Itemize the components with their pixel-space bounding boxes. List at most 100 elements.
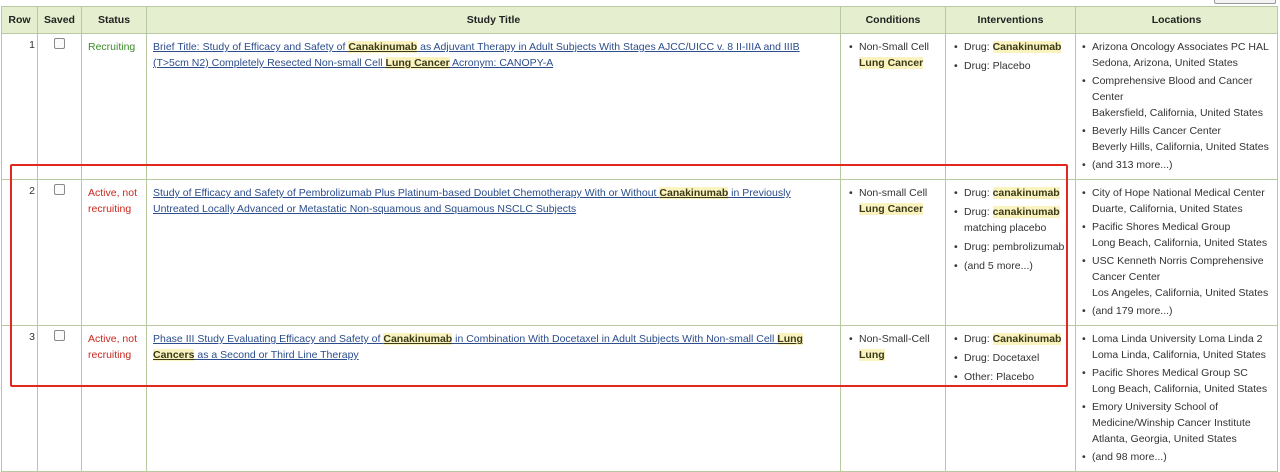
intervention-text: Drug: <box>964 333 993 345</box>
location-item: USC Kenneth Norris Comprehensive Cancer … <box>1080 253 1273 301</box>
intervention-text: Drug: Docetaxel <box>964 352 1040 364</box>
location-place: Los Angeles, California, United States <box>1092 287 1269 299</box>
table-row: 2 Active, not recruiting Study of Effica… <box>1 179 1278 326</box>
location-place: Duarte, California, United States <box>1092 203 1243 215</box>
location-place: Long Beach, California, United States <box>1092 237 1268 249</box>
location-name: Emory University School of Medicine/Wins… <box>1092 401 1251 429</box>
intervention-item: Drug: canakinumab <box>952 185 1071 201</box>
interventions-cell: Drug: canakinumab Drug: canakinumab matc… <box>945 179 1076 326</box>
location-item: Pacific Shores Medical Group Long Beach, … <box>1080 219 1273 251</box>
location-item: Comprehensive Blood and Cancer Center Bak… <box>1080 73 1273 121</box>
location-item: City of Hope National Medical Center Duar… <box>1080 185 1273 217</box>
header-conditions[interactable]: Conditions <box>840 6 946 34</box>
header-study-title[interactable]: Study Title <box>146 6 841 34</box>
location-place: Beverly Hills, California, United States <box>1092 141 1269 153</box>
header-row[interactable]: Row <box>1 6 38 34</box>
study-title-link[interactable]: Phase III Study Evaluating Efficacy and … <box>153 333 803 361</box>
intervention-item: Drug: Canakinumab <box>952 331 1071 347</box>
save-checkbox[interactable] <box>54 38 65 49</box>
more-locations: (and 179 more...) <box>1080 303 1273 319</box>
study-title-cell: Study of Efficacy and Safety of Pembroli… <box>146 179 841 326</box>
locations-cell: Arizona Oncology Associates PC HAL Sedona… <box>1075 33 1278 180</box>
study-title-link[interactable]: Brief Title: Study of Efficacy and Safet… <box>153 41 800 69</box>
location-name: Beverly Hills Cancer Center <box>1092 125 1221 137</box>
table-row: 1 Recruiting Brief Title: Study of Effic… <box>1 33 1278 180</box>
saved-cell <box>37 325 82 472</box>
title-text: Phase III Study Evaluating Efficacy and … <box>153 333 384 345</box>
table-row: 3 Active, not recruiting Phase III Study… <box>1 325 1278 472</box>
locations-cell: Loma Linda University Loma Linda 2 Loma L… <box>1075 325 1278 472</box>
intervention-text: Drug: Placebo <box>964 60 1031 72</box>
more-locations: (and 98 more...) <box>1080 449 1273 465</box>
intervention-text: Drug: pembrolizumab <box>964 241 1065 253</box>
intervention-text: Other: Placebo <box>964 371 1035 383</box>
status-text: Active, not recruiting <box>81 179 147 326</box>
condition-text: Non-Small-Cell <box>859 333 930 345</box>
location-place: Long Beach, California, United States <box>1092 383 1268 395</box>
location-item: Pacific Shores Medical Group SC Long Beac… <box>1080 365 1273 397</box>
title-text: Acronym: CANOPY-A <box>449 57 554 69</box>
title-text: Study of Efficacy and Safety of Pembroli… <box>153 187 660 199</box>
intervention-highlight: Canakinumab <box>992 333 1062 345</box>
intervention-highlight: canakinumab <box>992 187 1060 199</box>
location-item: Emory University School of Medicine/Wins… <box>1080 399 1273 447</box>
location-place: Loma Linda, California, United States <box>1092 349 1266 361</box>
header-status[interactable]: Status <box>81 6 147 34</box>
condition-highlight: Lung Cancer <box>859 57 924 69</box>
header-saved[interactable]: Saved <box>37 6 82 34</box>
row-number: 2 <box>1 179 38 326</box>
condition-text: Non-Small Cell <box>859 41 930 53</box>
location-name: Loma Linda University Loma Linda 2 <box>1092 333 1263 345</box>
intervention-item: Other: Placebo <box>952 369 1071 385</box>
title-highlight: Canakinumab <box>383 333 453 345</box>
conditions-cell: Non-Small-Cell Lung <box>840 325 946 472</box>
saved-cell <box>37 179 82 326</box>
study-title-link[interactable]: Study of Efficacy and Safety of Pembroli… <box>153 187 791 215</box>
location-place: Bakersfield, California, United States <box>1092 107 1263 119</box>
conditions-cell: Non-small Cell Lung Cancer <box>840 179 946 326</box>
location-place: Atlanta, Georgia, United States <box>1092 433 1237 445</box>
title-highlight: Canakinumab <box>659 187 729 199</box>
interventions-cell: Drug: Canakinumab Drug: Docetaxel Other:… <box>945 325 1076 472</box>
intervention-item: (and 5 more...) <box>952 258 1071 274</box>
intervention-item: Drug: canakinumab matching placebo <box>952 204 1071 236</box>
intervention-text: Drug: <box>964 206 993 218</box>
title-text: Brief Title: Study of Efficacy and Safet… <box>153 41 349 53</box>
locations-cell: City of Hope National Medical Center Duar… <box>1075 179 1278 326</box>
condition-item: Non-Small-Cell Lung <box>847 331 941 363</box>
row-number: 3 <box>1 325 38 472</box>
location-name: City of Hope National Medical Center <box>1092 187 1265 199</box>
row-number: 1 <box>1 33 38 180</box>
location-item: Arizona Oncology Associates PC HAL Sedona… <box>1080 39 1273 71</box>
location-name: Comprehensive Blood and Cancer Center <box>1092 75 1253 103</box>
title-text: as a Second or Third Line Therapy <box>194 349 359 361</box>
header-locations[interactable]: Locations <box>1075 6 1278 34</box>
more-interventions: (and 5 more...) <box>964 260 1033 272</box>
title-highlight: Canakinumab <box>348 41 418 53</box>
condition-item: Non-small Cell Lung Cancer <box>847 185 941 217</box>
header-interventions[interactable]: Interventions <box>945 6 1076 34</box>
more-locations: (and 313 more...) <box>1080 157 1273 173</box>
status-text: Recruiting <box>81 33 147 180</box>
location-item: Loma Linda University Loma Linda 2 Loma L… <box>1080 331 1273 363</box>
table-header-row: Row Saved Status Study Title Conditions … <box>1 6 1278 34</box>
condition-text: Non-small Cell <box>859 187 928 199</box>
study-results-table: Row Saved Status Study Title Conditions … <box>1 6 1278 472</box>
location-place: Sedona, Arizona, United States <box>1092 57 1238 69</box>
condition-item: Non-Small Cell Lung Cancer <box>847 39 941 71</box>
intervention-highlight: canakinumab <box>992 206 1060 218</box>
title-highlight: Lung Cancer <box>385 57 450 69</box>
location-name: USC Kenneth Norris Comprehensive Cancer … <box>1092 255 1264 283</box>
location-name: Pacific Shores Medical Group <box>1092 221 1231 233</box>
study-title-cell: Brief Title: Study of Efficacy and Safet… <box>146 33 841 180</box>
location-name: Arizona Oncology Associates PC HAL <box>1092 41 1269 53</box>
location-item: Beverly Hills Cancer Center Beverly Hills… <box>1080 123 1273 155</box>
condition-highlight: Lung <box>859 349 885 361</box>
intervention-text: Drug: <box>964 187 993 199</box>
save-checkbox[interactable] <box>54 330 65 341</box>
interventions-cell: Drug: Canakinumab Drug: Placebo <box>945 33 1076 180</box>
save-checkbox[interactable] <box>54 184 65 195</box>
saved-cell <box>37 33 82 180</box>
intervention-text: matching placebo <box>964 222 1047 234</box>
location-name: Pacific Shores Medical Group SC <box>1092 367 1248 379</box>
